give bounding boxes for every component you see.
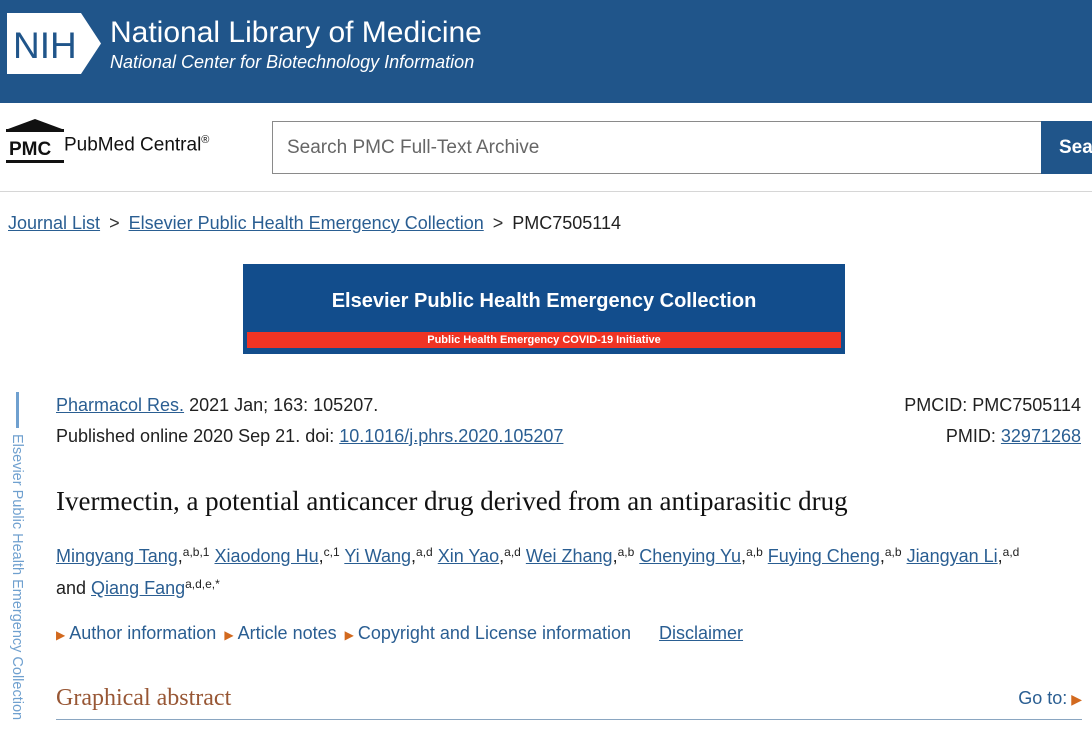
author-affiliation: a,d,e,* [185,577,220,591]
pmid-line: PMID: 32971268 [946,426,1081,447]
copyright-toggle[interactable]: Copyright and License information [358,623,631,643]
pmcid: PMCID: PMC7505114 [904,395,1081,415]
doi-link[interactable]: 10.1016/j.phrs.2020.105207 [339,426,563,446]
journal-link[interactable]: Pharmacol Res. [56,395,184,415]
author-affiliation: a,b,1 [182,545,210,559]
banner-title: Elsevier Public Health Emergency Collect… [331,290,757,312]
author-link[interactable]: Xin Yao [438,546,499,566]
author-affiliation: c,1 [323,545,340,559]
breadcrumb-separator: > [109,213,120,233]
published-line: Published online 2020 Sep 21. doi: 10.10… [56,426,563,447]
triangle-right-icon: ▶ [56,628,66,642]
author-link[interactable]: Chenying Yu [639,546,741,566]
search-button[interactable]: Search [1041,121,1092,174]
author-list: Mingyang Tang,a,b,1 Xiaodong Hu,c,1 Yi W… [56,540,1046,604]
side-tab-marker [16,392,19,428]
svg-text:NIH: NIH [13,25,77,66]
triangle-right-icon: ▶ [224,628,234,642]
breadcrumb-current: PMC7505114 [512,213,622,233]
pmc-name[interactable]: PubMed Central® [64,134,209,156]
author-link[interactable]: Qiang Fang [91,578,185,598]
author-link[interactable]: Xiaodong Hu [215,546,319,566]
author-affiliation: a,b [746,545,763,559]
goto-label: Go to: [1018,688,1068,708]
nih-logo[interactable]: NIH [7,13,101,74]
section-header: Graphical abstract Go to: ▶ [56,685,1082,720]
breadcrumb: Journal List > Elsevier Public Health Emer… [8,213,621,234]
author-link[interactable]: Jiangyan Li [907,546,998,566]
nih-subtitle: National Center for Biotechnology Inform… [110,52,475,72]
pmid-link[interactable]: 32971268 [1001,426,1081,446]
pmc-search-bar: PMC PubMed Central® Search [0,103,1092,192]
goto-link[interactable]: Go to: ▶ [1018,688,1082,709]
pmid-label: PMID: [945,426,1001,446]
author-affiliation: a,d [1002,545,1020,559]
author-link[interactable]: Wei Zhang [526,546,613,566]
article-notes-toggle[interactable]: Article notes [238,623,337,643]
breadcrumb-separator: > [492,213,504,233]
disclaimer-link[interactable]: Disclaimer [659,623,743,643]
side-tab-collection[interactable]: Elsevier Public Health Emergency Collect… [9,434,25,747]
triangle-right-icon: ▶ [1071,691,1082,707]
author-affiliation: a,b [884,545,902,559]
published-text: Published online 2020 Sep 21. doi: [56,426,340,446]
author-affiliation: a,d [504,545,521,559]
article-title: Ivermectin, a potential anticancer drug … [56,486,848,516]
search-input[interactable] [272,121,1041,174]
author-information-toggle[interactable]: Author information [69,623,216,643]
author-affiliation: a,d [416,545,433,559]
breadcrumb-journal-list[interactable]: Journal List [8,213,100,233]
section-title: Graphical abstract [56,685,232,711]
author-and: and [56,578,92,598]
nih-title[interactable]: National Library of Medicine [110,14,482,52]
pmc-logo[interactable]: PMC [6,117,64,165]
svg-text:PMC: PMC [9,139,52,160]
author-link[interactable]: Fuying Cheng [768,546,880,566]
citation-details: 2021 Jan; 163: 105207. [184,395,379,415]
article-info-links: ▶ Author information ▶ Article notes ▶ Copy… [56,623,743,644]
triangle-right-icon: ▶ [344,628,354,642]
citation-line: Pharmacol Res. 2021 Jan; 163: 105207. [56,395,378,416]
author-affiliation: a,b [617,545,635,559]
collection-banner[interactable]: Elsevier Public Health Emergency Collect… [243,264,845,354]
breadcrumb-collection[interactable]: Elsevier Public Health Emergency Collect… [129,213,484,233]
author-link[interactable]: Yi Wang [344,546,411,566]
nih-header: NIH National Library of Medicine Nationa… [0,0,1092,103]
author-link[interactable]: Mingyang Tang [56,546,178,566]
banner-strip: Public Health Emergency COVID-19 Initiat… [247,332,841,348]
